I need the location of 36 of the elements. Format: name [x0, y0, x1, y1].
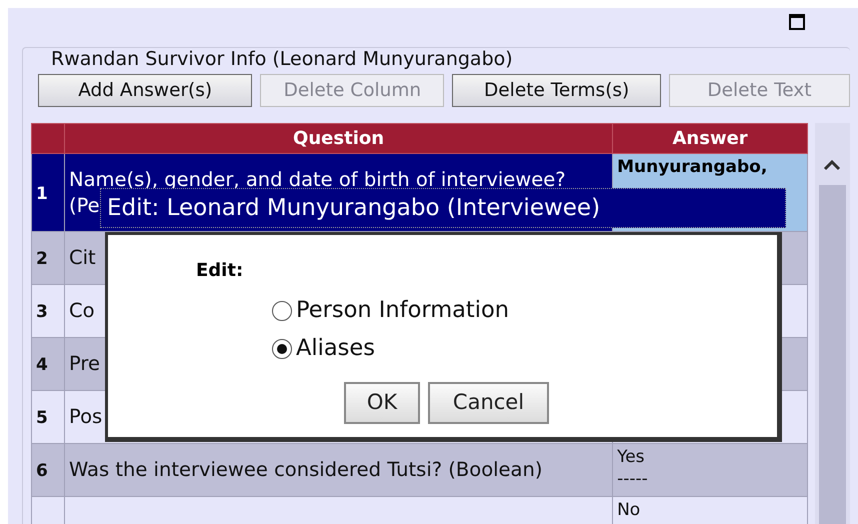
radio-option[interactable]: Aliases: [272, 332, 777, 366]
scroll-thumb[interactable]: [819, 185, 846, 524]
table-row[interactable]: 6 Was the interviewee considered Tutsi? (Boolean) Yes -----: [32, 444, 808, 496]
answer-text: No: [617, 499, 642, 522]
scrollbar[interactable]: [815, 123, 850, 524]
answer-text: Munyurangabo,: [617, 156, 768, 178]
answer-text: -----: [617, 468, 649, 490]
row-number: 6: [36, 461, 48, 482]
column-header: Question: [64, 124, 613, 154]
row-number: 2: [36, 249, 48, 270]
radio-option[interactable]: Person Information: [272, 294, 777, 328]
scroll-up-icon[interactable]: [823, 159, 842, 171]
dialog-title: Edit: Leonard Munyurangabo (Interviewee): [100, 188, 786, 228]
radio-button[interactable]: [272, 339, 292, 359]
toolbar-button[interactable]: Add Answer(s): [38, 74, 252, 107]
question-text: Pre: [69, 351, 100, 377]
dialog-heading: Edit:: [196, 259, 244, 283]
question-text: Pos: [69, 404, 102, 430]
maximize-icon[interactable]: [789, 14, 805, 30]
question-text: (Pe: [69, 192, 100, 218]
dialog-button[interactable]: Cancel: [428, 382, 549, 424]
answer-text: Yes: [617, 446, 646, 468]
row-number: 4: [36, 355, 48, 376]
row-number: 3: [36, 302, 48, 322]
dialog-button[interactable]: OK: [344, 382, 420, 424]
toolbar-button[interactable]: Delete Terms(s): [452, 74, 661, 107]
table-row[interactable]: No: [32, 496, 808, 524]
question-text: Cit: [69, 245, 96, 271]
row-number: 5: [36, 408, 48, 428]
option-label: Aliases: [296, 334, 375, 364]
question-text: Was the interviewee considered Tutsi? (Boolean): [69, 457, 542, 483]
column-header: Answer: [612, 124, 808, 154]
question-text: Co: [69, 298, 95, 324]
option-label: Person Information: [296, 296, 510, 326]
row-number: 1: [36, 184, 48, 204]
radio-button[interactable]: [272, 301, 292, 321]
